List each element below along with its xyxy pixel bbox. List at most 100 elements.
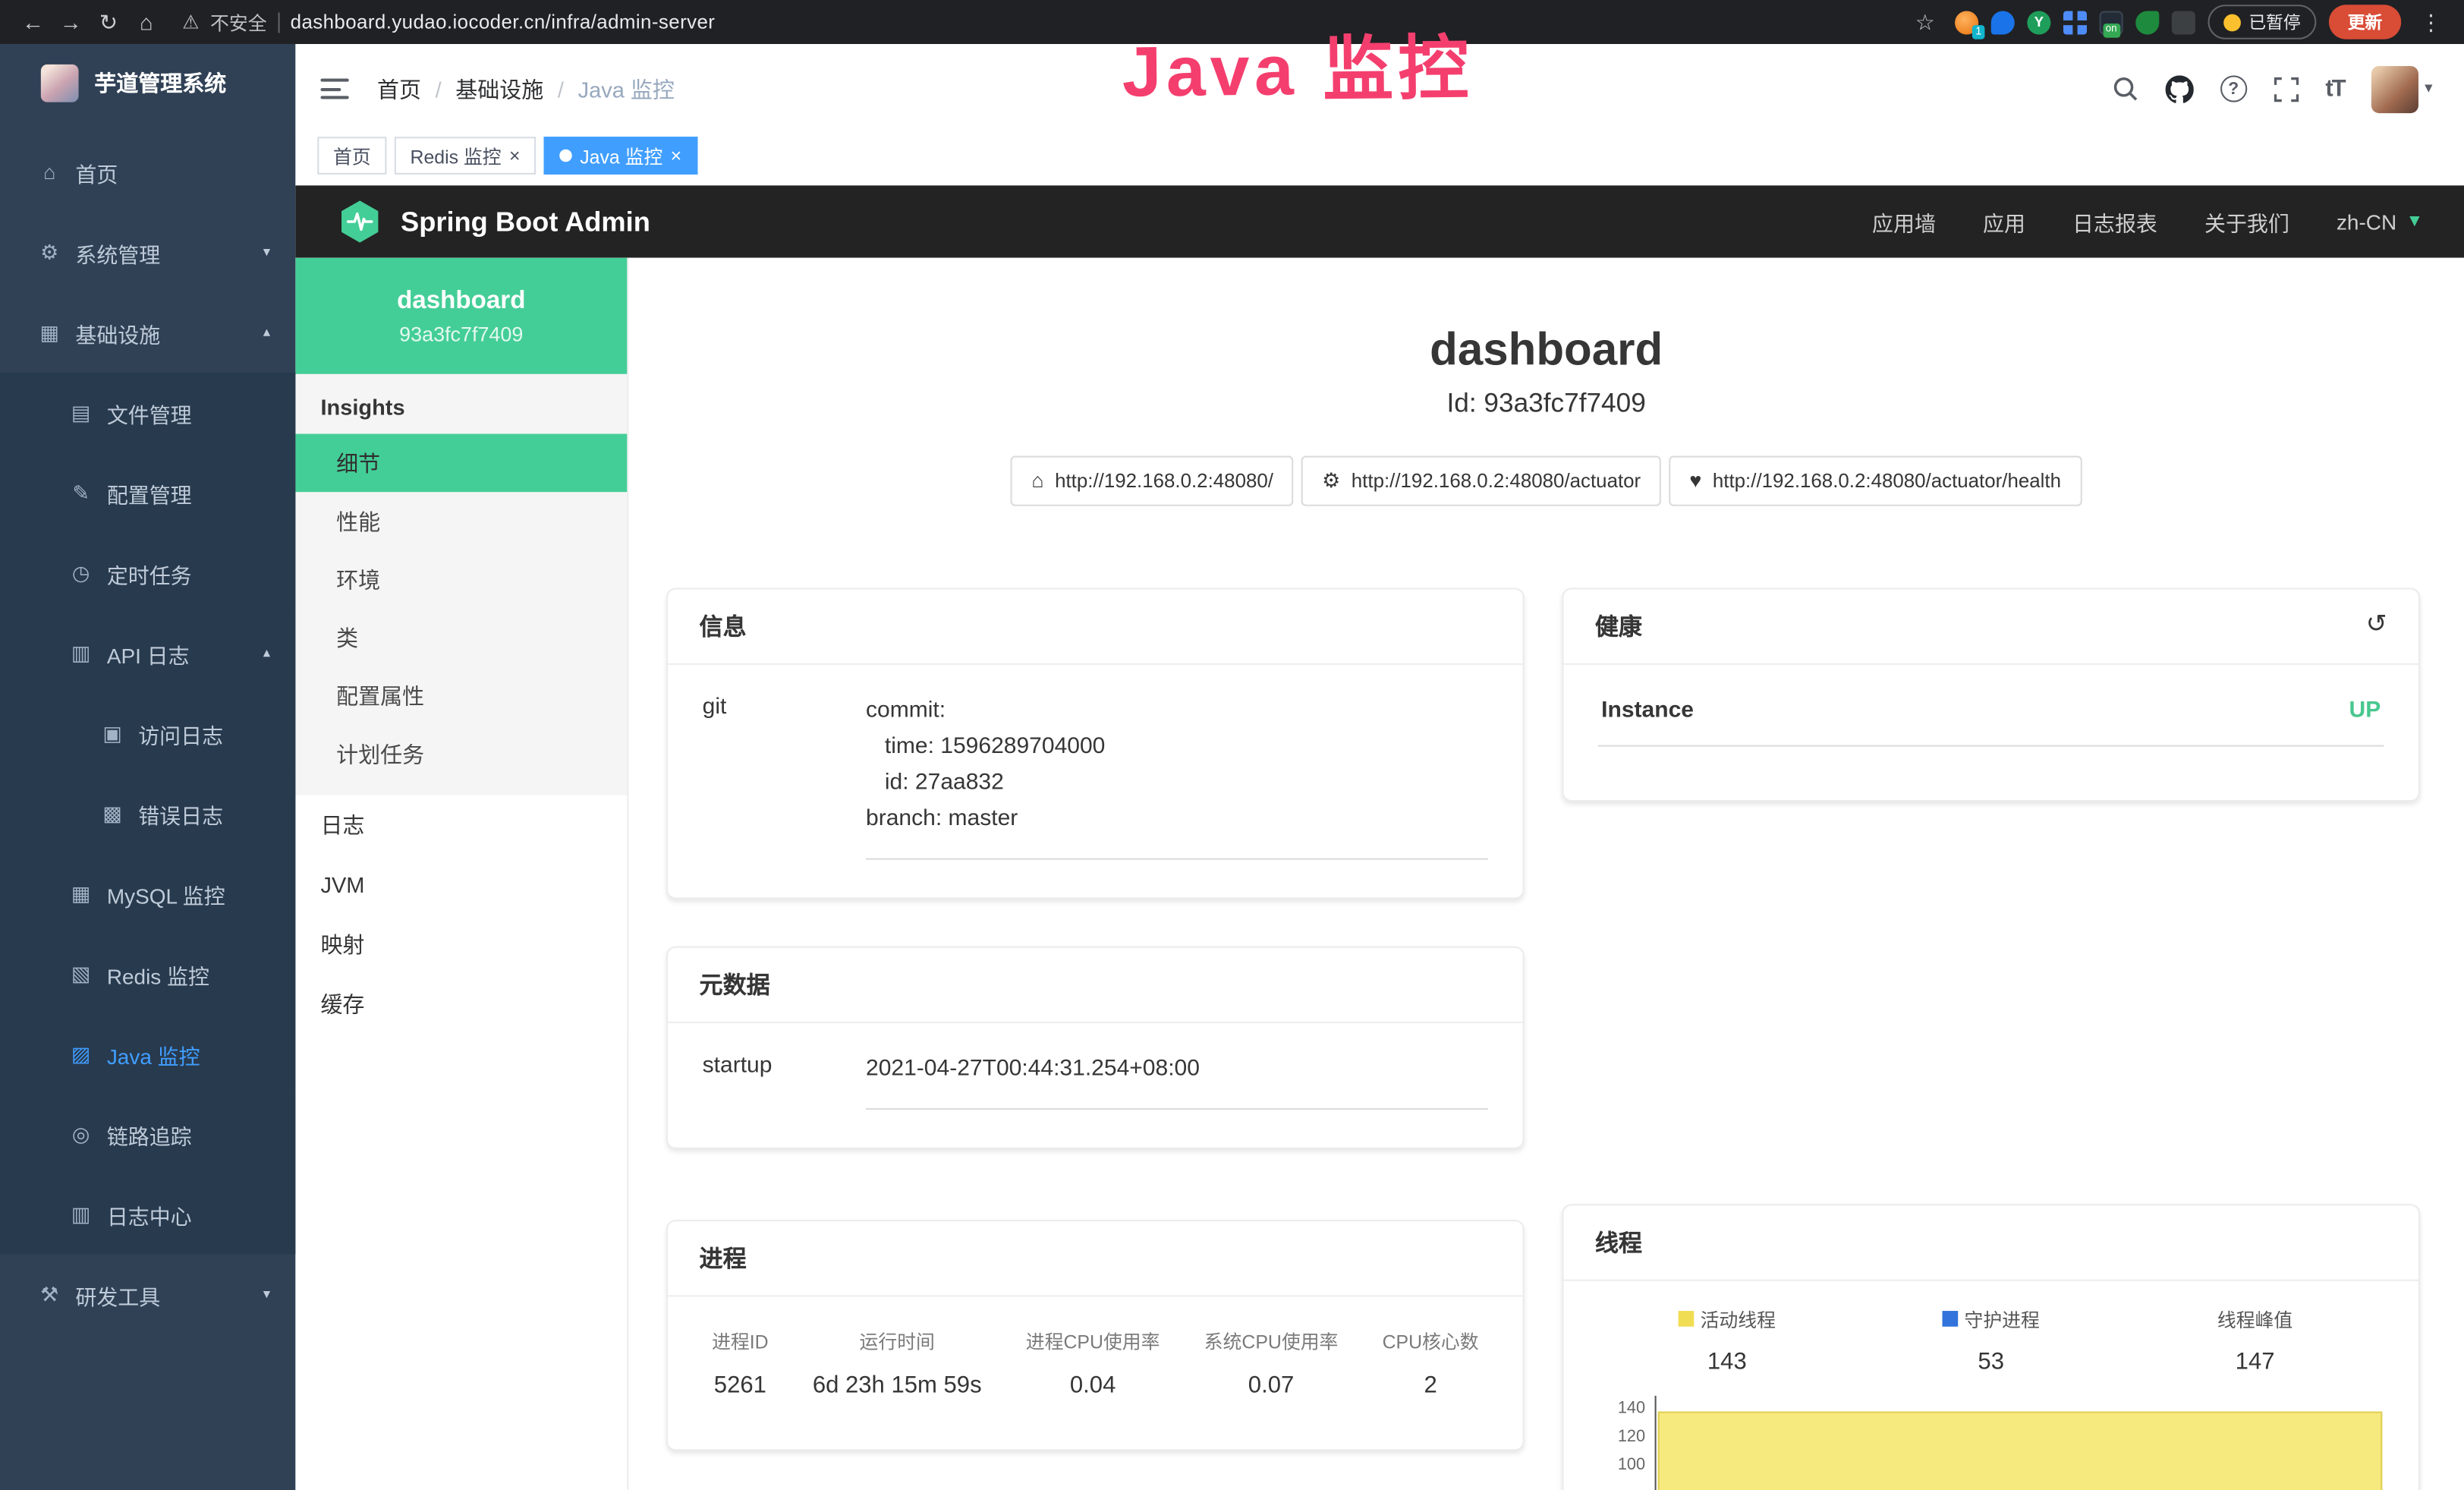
sidebar-item-infrastructure[interactable]: ▦基础设施▴ (0, 292, 295, 373)
sba-item-environment[interactable]: 环境 (295, 550, 627, 609)
sidebar-item-devtools[interactable]: ⚒研发工具▾ (0, 1254, 295, 1334)
left-column: 信息 git commit: time: 1596289704000 id: 2… (666, 587, 1525, 1451)
font-size-icon[interactable]: tT (2325, 75, 2344, 102)
close-icon[interactable]: × (671, 146, 682, 165)
legend-peak-value: 147 (2123, 1349, 2387, 1375)
close-icon[interactable]: × (509, 146, 521, 165)
sidebar-item-trace[interactable]: ◎链路追踪 (0, 1094, 295, 1174)
sba-sidebar: dashboard 93a3fc7f7409 Insights 细节 性能 环境… (295, 258, 628, 1490)
sba-item-caches[interactable]: 缓存 (295, 975, 627, 1035)
url-text[interactable]: dashboard.yudao.iocoder.cn/infra/admin-s… (291, 11, 716, 33)
locale-selector[interactable]: zh-CN▼ (2337, 209, 2423, 233)
user-avatar[interactable]: ▾ (2371, 65, 2433, 112)
sidebar-item-error-log[interactable]: ▩错误日志 (0, 773, 295, 854)
extension-switch-icon[interactable]: on (2100, 10, 2123, 33)
chart-plot-area (1655, 1397, 2387, 1490)
instance-id-line: Id: 93a3fc7f7409 (628, 388, 2464, 419)
sidebar-item-home[interactable]: ⌂首页 (0, 132, 295, 213)
health-url: http://192.168.0.2:48080/actuator/health (1713, 470, 2061, 492)
smiley-icon (2223, 14, 2241, 31)
browser-menu-icon[interactable]: ⋮ (2414, 0, 2449, 44)
back-icon[interactable]: ← (16, 0, 51, 44)
address-bar[interactable]: ⚠ 不安全 dashboard.yudao.iocoder.cn/infra/a… (182, 8, 715, 35)
extension-grid-icon[interactable] (2063, 10, 2087, 33)
fullscreen-icon[interactable] (2274, 76, 2299, 101)
sidebar-item-redis-monitor[interactable]: ▧Redis 监控 (0, 934, 295, 1014)
sidebar-item-access-log[interactable]: ▣访问日志 (0, 693, 295, 773)
screen: ← → ↻ ⌂ ⚠ 不安全 dashboard.yudao.iocoder.cn… (0, 0, 2464, 1490)
paused-badge[interactable]: 已暂停 (2208, 5, 2316, 39)
security-label[interactable]: 不安全 (210, 8, 267, 35)
sidebar-item-java-monitor[interactable]: ▨Java 监控 (0, 1014, 295, 1095)
sba-item-scheduled-tasks[interactable]: 计划任务 (295, 725, 627, 783)
legend-daemon-value: 53 (1859, 1350, 2123, 1376)
service-url-button[interactable]: ⌂http://192.168.0.2:48080/ (1011, 455, 1293, 506)
update-button[interactable]: 更新 (2329, 5, 2401, 39)
sba-nav-journal[interactable]: 日志报表 (2072, 206, 2157, 237)
sba-item-details[interactable]: 细节 (295, 434, 627, 493)
admin-menu: ⌂首页 ⚙系统管理▾ ▦基础设施▴ ▤文件管理 ✎配置管理 ◷定时任务 ▥API… (0, 123, 295, 1335)
extension-leaf-icon[interactable] (2135, 10, 2159, 33)
threads-card-title: 线程 (1563, 1205, 2418, 1281)
yellow-swatch-icon (1679, 1312, 1695, 1328)
breadcrumb-infrastructure[interactable]: 基础设施 (455, 73, 543, 104)
sidebar-item-log-center[interactable]: ▥日志中心 (0, 1174, 295, 1255)
instance-header[interactable]: dashboard 93a3fc7f7409 (295, 258, 627, 374)
github-icon[interactable] (2165, 74, 2193, 102)
extension-puzzle-icon[interactable] (2172, 10, 2195, 33)
history-icon[interactable]: ↺ (2366, 613, 2387, 638)
refresh-icon[interactable]: ↻ (91, 0, 126, 44)
sba-nav-links: 应用墙 应用 日志报表 关于我们 zh-CN▼ (1872, 206, 2423, 237)
sba-nav-about[interactable]: 关于我们 (2204, 206, 2289, 237)
sidebar-item-file-manage[interactable]: ▤文件管理 (0, 373, 295, 453)
sba-nav-applications[interactable]: 应用 (1983, 206, 2025, 237)
sidebar-item-label: 定时任务 (107, 557, 192, 588)
sba-item-mappings[interactable]: 映射 (295, 915, 627, 975)
sba-main: dashboard Id: 93a3fc7f7409 ⌂http://192.1… (628, 258, 2464, 1490)
sba-item-classes[interactable]: 类 (295, 608, 627, 666)
sidebar-item-api-log[interactable]: ▥API 日志▴ (0, 613, 295, 694)
sidebar-item-label: 访问日志 (138, 717, 223, 748)
sba-item-logs[interactable]: 日志 (295, 795, 627, 855)
breadcrumb-home[interactable]: 首页 (377, 73, 421, 104)
logo-image (41, 65, 79, 102)
help-icon[interactable]: ? (2220, 75, 2247, 102)
extension-drop-icon[interactable] (1991, 10, 2015, 33)
metric-system-cpu: 系统CPU使用率0.07 (1204, 1328, 1339, 1399)
avatar-image (2371, 65, 2418, 112)
paused-badge-label: 已暂停 (2248, 9, 2300, 34)
home-icon: ⌂ (1031, 469, 1043, 493)
extension-fox-icon[interactable]: 1 (1955, 10, 1978, 33)
health-url-button[interactable]: ♥http://192.168.0.2:48080/actuator/healt… (1669, 455, 2081, 506)
extension-y-icon[interactable]: Y (2027, 10, 2050, 33)
y-tick: 120 (1618, 1428, 1645, 1447)
sba-brand[interactable]: Spring Boot Admin (336, 198, 650, 245)
sba-item-jvm[interactable]: JVM (295, 855, 627, 915)
y-tick: 140 (1618, 1400, 1645, 1419)
blue-swatch-icon (1942, 1312, 1958, 1328)
forward-icon[interactable]: → (53, 0, 88, 44)
address-separator (278, 12, 279, 33)
health-row[interactable]: Instance UP (1598, 693, 2384, 746)
cards-area: 信息 git commit: time: 1596289704000 id: 2… (628, 587, 2464, 1490)
sidebar-item-scheduled-jobs[interactable]: ◷定时任务 (0, 533, 295, 613)
sba-item-config-props[interactable]: 配置属性 (295, 666, 627, 725)
search-icon[interactable] (2112, 75, 2138, 102)
sidebar-item-system[interactable]: ⚙系统管理▾ (0, 213, 295, 293)
tab-label: 首页 (333, 142, 371, 169)
threads-legend: 活动线程 143 守护进程 53 线程峰值 14 (1595, 1306, 2387, 1376)
app-logo[interactable]: 芋道管理系统 (0, 44, 295, 123)
sidebar-item-config-manage[interactable]: ✎配置管理 (0, 452, 295, 533)
threads-chart: 140 120 100 (1595, 1397, 2387, 1490)
bookmark-star-icon[interactable]: ☆ (1908, 0, 1943, 44)
tab-java-monitor[interactable]: Java 监控× (544, 137, 697, 175)
sba-item-performance[interactable]: 性能 (295, 492, 627, 550)
sidebar-item-mysql-monitor[interactable]: ▦MySQL 监控 (0, 853, 295, 934)
tab-redis-monitor[interactable]: Redis 监控× (395, 137, 536, 175)
browser-home-icon[interactable]: ⌂ (129, 0, 164, 44)
tab-home[interactable]: 首页 (317, 137, 386, 175)
process-card-body: 进程ID5261 运行时间6d 23h 15m 59s 进程CPU使用率0.04… (668, 1296, 1523, 1449)
hamburger-icon[interactable] (320, 79, 348, 99)
sba-nav-wallboard[interactable]: 应用墙 (1872, 206, 1936, 237)
actuator-url-button[interactable]: ⚙http://192.168.0.2:48080/actuator (1301, 455, 1661, 506)
